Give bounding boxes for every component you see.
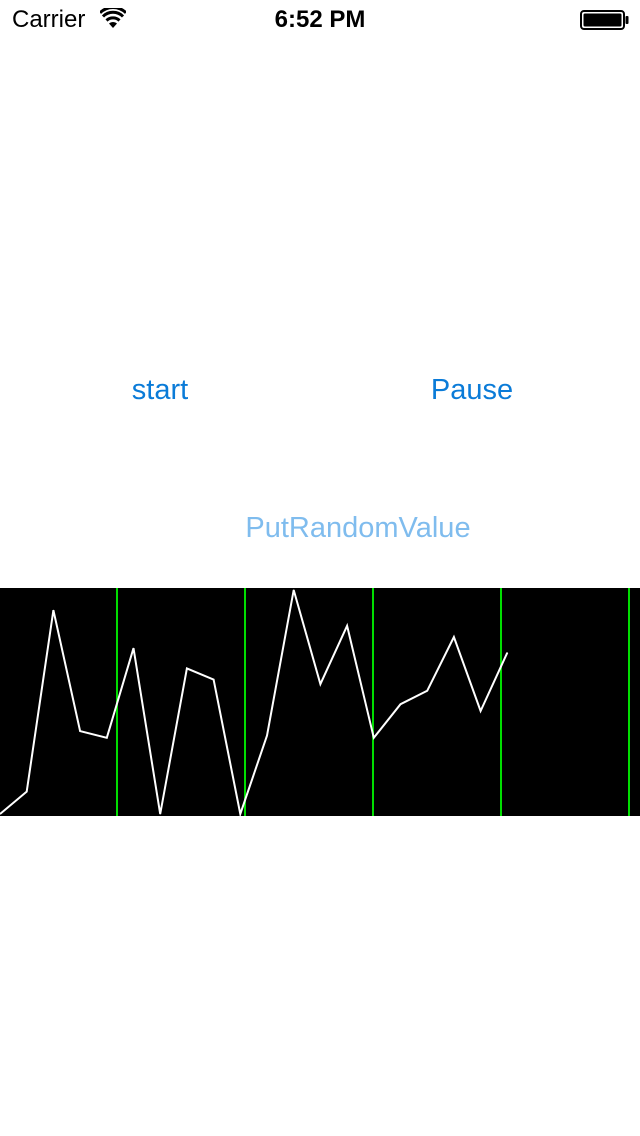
status-bar: Carrier 6:52 PM	[0, 0, 640, 40]
series-line	[0, 589, 509, 816]
data-point	[239, 813, 241, 815]
waveform-svg	[0, 588, 630, 816]
data-point	[506, 652, 508, 654]
app-screen: Carrier 6:52 PM start Pause PutRandomVal…	[0, 0, 640, 1136]
data-point	[480, 710, 482, 712]
data-point	[266, 735, 268, 737]
data-point	[133, 647, 134, 649]
waveform-graph	[0, 588, 640, 816]
data-point	[26, 791, 28, 793]
data-point	[373, 737, 375, 739]
data-point	[79, 730, 81, 732]
start-button[interactable]: start	[100, 374, 220, 407]
status-time: 6:52 PM	[274, 6, 366, 33]
put-random-value-button[interactable]: PutRandomValue	[210, 512, 506, 545]
data-point	[52, 609, 54, 611]
data-point	[426, 690, 428, 692]
data-point	[186, 667, 188, 669]
data-point	[159, 813, 161, 815]
pause-button[interactable]: Pause	[412, 374, 532, 407]
data-point	[213, 679, 215, 681]
data-point	[453, 636, 455, 638]
data-point	[319, 683, 321, 685]
data-point	[400, 703, 401, 705]
data-point	[106, 737, 108, 739]
battery-icon	[580, 10, 630, 30]
data-point	[346, 625, 348, 627]
data-point	[293, 589, 295, 591]
